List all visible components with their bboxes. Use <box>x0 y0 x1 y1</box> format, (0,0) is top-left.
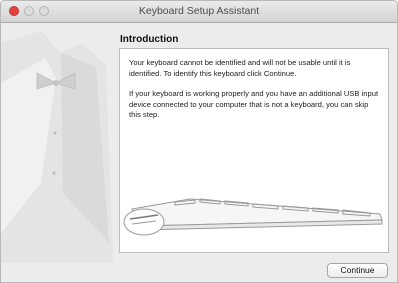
continue-button[interactable]: Continue <box>327 263 388 278</box>
keyboard-setup-window: Keyboard Setup Assistant Introduction Yo… <box>0 0 398 283</box>
skip-paragraph: If your keyboard is working properly and… <box>129 89 379 119</box>
page-heading: Introduction <box>120 34 179 45</box>
content-panel: Your keyboard cannot be identified and w… <box>119 48 389 253</box>
intro-paragraph: Your keyboard cannot be identified and w… <box>129 58 351 78</box>
window-title: Keyboard Setup Assistant <box>138 5 260 17</box>
tuxedo-illustration <box>1 31 113 263</box>
title-bar[interactable]: Keyboard Setup Assistant <box>1 1 397 23</box>
keyboard-illustration <box>123 198 383 236</box>
